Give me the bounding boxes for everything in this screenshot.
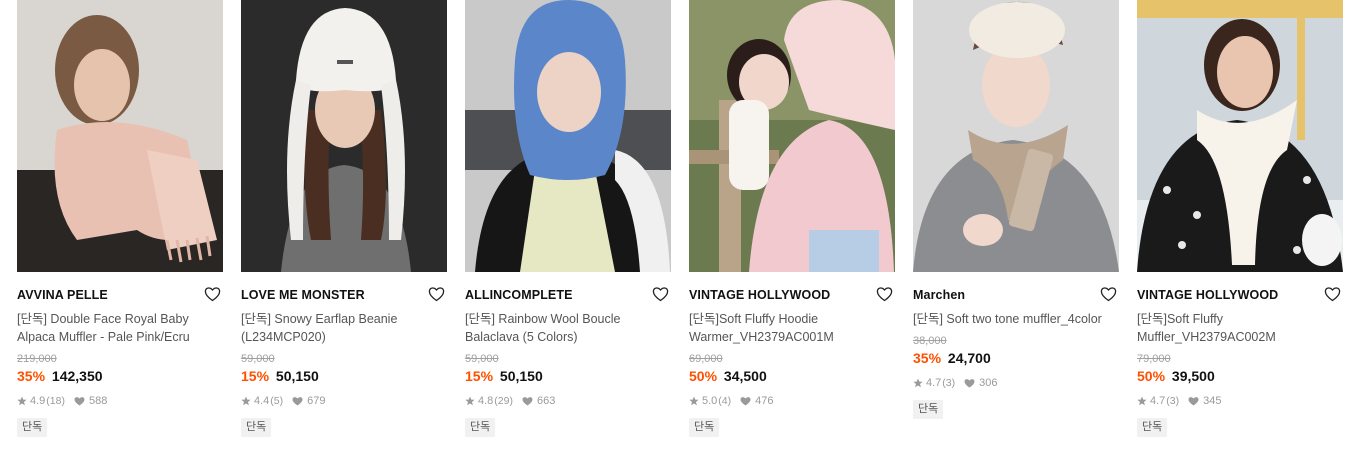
exclusive-badge: 단독 [17, 418, 48, 437]
product-photo-balaclava [465, 0, 671, 272]
star-icon [689, 396, 699, 406]
rating-value: 4.4 [254, 395, 270, 407]
rating-value: 4.7 [1150, 395, 1166, 407]
discount-rate: 15% [241, 368, 270, 384]
review-count: (3) [1166, 395, 1180, 407]
sale-price: 50,150 [499, 368, 543, 384]
product-image[interactable] [17, 0, 223, 272]
product-card[interactable]: AVVINA PELLE [단독] Double Face Royal Baby… [17, 0, 223, 437]
wishlist-heart-icon[interactable] [204, 286, 221, 302]
like-count: 476 [755, 395, 774, 407]
star-icon [1137, 396, 1147, 406]
original-price: 59,000 [241, 353, 275, 365]
like-heart-icon [522, 397, 533, 406]
review-count: (3) [942, 377, 956, 389]
review-count: (4) [718, 395, 732, 407]
brand-name[interactable]: ALLINCOMPLETE [465, 286, 671, 304]
product-name[interactable]: [단독]Soft Fluffy Hoodie Warmer_VH2379AC00… [689, 310, 889, 346]
product-card[interactable]: ALLINCOMPLETE [단독] Rainbow Wool Boucle B… [465, 0, 671, 437]
wishlist-heart-icon[interactable] [876, 286, 893, 302]
brand-name[interactable]: VINTAGE HOLLYWOOD [689, 286, 895, 304]
product-image[interactable] [913, 0, 1119, 272]
review-count: (29) [494, 395, 513, 407]
like-heart-icon [74, 397, 85, 406]
product-image[interactable] [1137, 0, 1343, 272]
product-card[interactable]: VINTAGE HOLLYWOOD [단독]Soft Fluffy Muffle… [1137, 0, 1343, 437]
product-photo-earflap-beanie [241, 0, 447, 272]
original-price: 38,000 [913, 335, 947, 347]
exclusive-badge: 단독 [689, 418, 720, 437]
discount-rate: 15% [465, 368, 494, 384]
review-count: (18) [46, 395, 65, 407]
rating-value: 4.9 [30, 395, 46, 407]
star-icon [241, 396, 251, 406]
review-count: (5) [270, 395, 284, 407]
original-price: 219,000 [17, 353, 57, 365]
product-name[interactable]: [단독] Snowy Earflap Beanie (L234MCP020) [241, 310, 441, 346]
product-card[interactable]: LOVE ME MONSTER [단독] Snowy Earflap Beani… [241, 0, 447, 437]
product-grid: AVVINA PELLE [단독] Double Face Royal Baby… [17, 0, 1343, 437]
product-name[interactable]: [단독] Double Face Royal Baby Alpaca Muffl… [17, 310, 217, 346]
product-image[interactable] [465, 0, 671, 272]
sale-price: 50,150 [275, 368, 319, 384]
product-image[interactable] [689, 0, 895, 272]
product-name[interactable]: [단독] Soft two tone muffler_4color [913, 310, 1113, 328]
brand-name[interactable]: Marchen [913, 286, 1119, 304]
product-name[interactable]: [단독]Soft Fluffy Muffler_VH2379AC002M [1137, 310, 1337, 346]
discount-rate: 35% [17, 368, 46, 384]
wishlist-heart-icon[interactable] [1324, 286, 1341, 302]
sale-price: 142,350 [51, 368, 103, 384]
like-count: 306 [979, 377, 998, 389]
like-count: 588 [88, 395, 108, 407]
like-count: 345 [1203, 395, 1222, 407]
discount-rate: 35% [913, 350, 942, 366]
brand-name[interactable]: VINTAGE HOLLYWOOD [1137, 286, 1343, 304]
star-icon [913, 378, 923, 388]
wishlist-heart-icon[interactable] [1100, 286, 1117, 302]
product-card[interactable]: Marchen [단독] Soft two tone muffler_4colo… [913, 0, 1119, 437]
like-count: 663 [536, 395, 556, 407]
like-count: 679 [307, 395, 326, 407]
like-heart-icon [1188, 397, 1199, 406]
like-heart-icon [964, 379, 975, 388]
like-heart-icon [292, 397, 303, 406]
brand-name[interactable]: LOVE ME MONSTER [241, 286, 447, 304]
product-photo-hoodie-warmer [689, 0, 895, 272]
brand-name[interactable]: AVVINA PELLE [17, 286, 223, 304]
original-price: 59,000 [465, 353, 499, 365]
rating-value: 5.0 [702, 395, 718, 407]
discount-rate: 50% [689, 368, 718, 384]
like-heart-icon [740, 397, 751, 406]
sale-price: 39,500 [1171, 368, 1215, 384]
original-price: 79,000 [1137, 353, 1171, 365]
product-photo-muffler-pink [17, 0, 223, 272]
sale-price: 24,700 [947, 350, 991, 366]
rating-value: 4.8 [478, 395, 494, 407]
exclusive-badge: 단독 [241, 418, 272, 437]
exclusive-badge: 단독 [913, 400, 944, 419]
product-photo-fluffy-muffler [1137, 0, 1343, 272]
wishlist-heart-icon[interactable] [652, 286, 669, 302]
product-card[interactable]: VINTAGE HOLLYWOOD [단독]Soft Fluffy Hoodie… [689, 0, 895, 437]
exclusive-badge: 단독 [1137, 418, 1168, 437]
product-image[interactable] [241, 0, 447, 272]
product-name[interactable]: [단독] Rainbow Wool Boucle Balaclava (5 Co… [465, 310, 665, 346]
product-photo-two-tone-muffler [913, 0, 1119, 272]
exclusive-badge: 단독 [465, 418, 496, 437]
original-price: 69,000 [689, 353, 723, 365]
rating-value: 4.7 [926, 377, 942, 389]
wishlist-heart-icon[interactable] [428, 286, 445, 302]
star-icon [465, 396, 475, 406]
star-icon [17, 396, 27, 406]
sale-price: 34,500 [723, 368, 767, 384]
discount-rate: 50% [1137, 368, 1166, 384]
